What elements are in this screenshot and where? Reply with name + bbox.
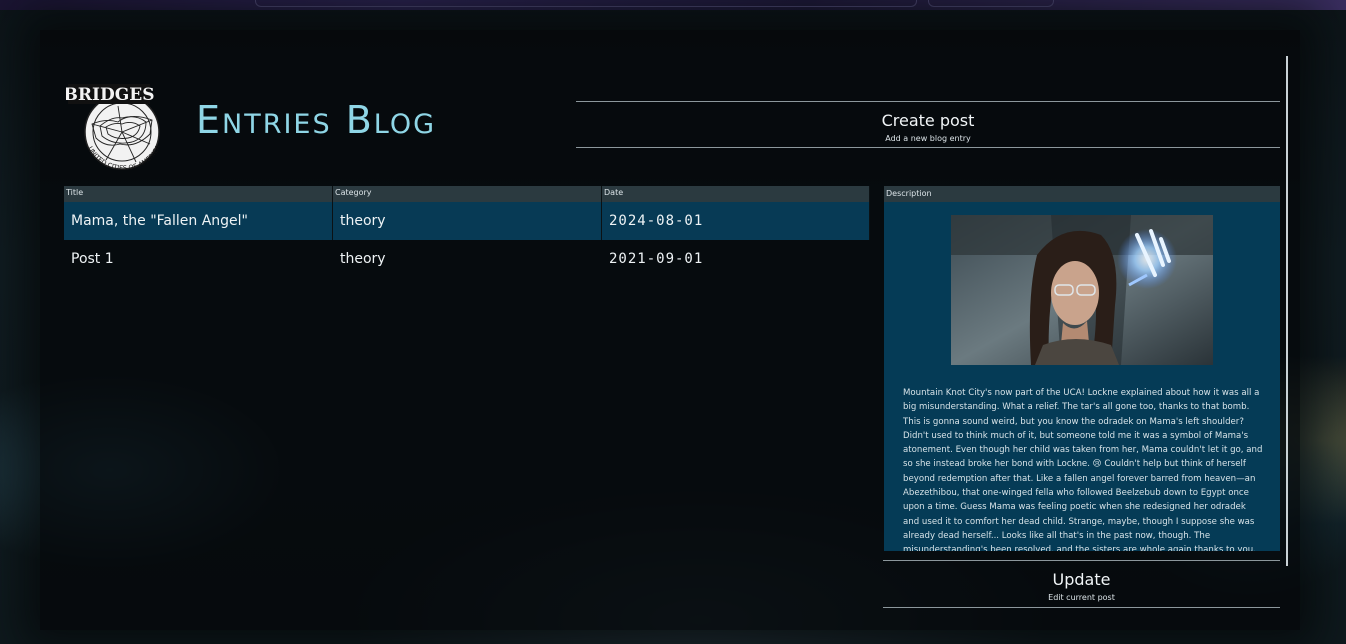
bridges-logo: BRIDGES UNITED CITIES OF AMERICA (64, 82, 180, 172)
update-subtitle: Edit current post (1048, 593, 1115, 602)
create-post-subtitle: Add a new blog entry (885, 134, 971, 143)
row-date: 2021-09-01 (609, 251, 704, 267)
description-panel[interactable]: Description Mountain Knot City's now par… (884, 186, 1280, 551)
create-post-button[interactable]: Create post Add a new blog entry (576, 101, 1280, 148)
column-header-title[interactable]: Title (64, 186, 333, 202)
logo-wordmark: BRIDGES (66, 85, 154, 105)
row-category: theory (340, 251, 386, 267)
browser-top-strip (0, 0, 1346, 10)
address-bar-edge (255, 0, 917, 7)
panel-divider (1286, 56, 1288, 566)
create-post-label: Create post (881, 111, 975, 130)
row-category: theory (333, 202, 602, 240)
entries-table: Title Category Date Mama, the "Fallen An… (64, 186, 870, 278)
table-row[interactable]: Mama, the "Fallen Angel" theory 2024-08-… (64, 202, 870, 240)
page-title: Entries Blog (196, 98, 437, 142)
column-header-date[interactable]: Date (602, 186, 870, 202)
row-title: Mama, the "Fallen Angel" (64, 202, 333, 240)
row-date: 2024-08-01 (602, 202, 870, 240)
row-title: Post 1 (71, 251, 114, 267)
update-label: Update (1052, 570, 1111, 589)
table-header: Title Category Date (64, 186, 870, 202)
toolbar-button-edge (928, 0, 1054, 7)
description-text: Mountain Knot City's now part of the UCA… (903, 388, 1263, 551)
description-header: Description (884, 186, 1280, 202)
table-row[interactable]: Post 1 theory 2021-09-01 (64, 240, 870, 278)
update-post-button[interactable]: Update Edit current post (883, 560, 1280, 608)
post-image (951, 215, 1213, 365)
column-header-category[interactable]: Category (333, 186, 602, 202)
